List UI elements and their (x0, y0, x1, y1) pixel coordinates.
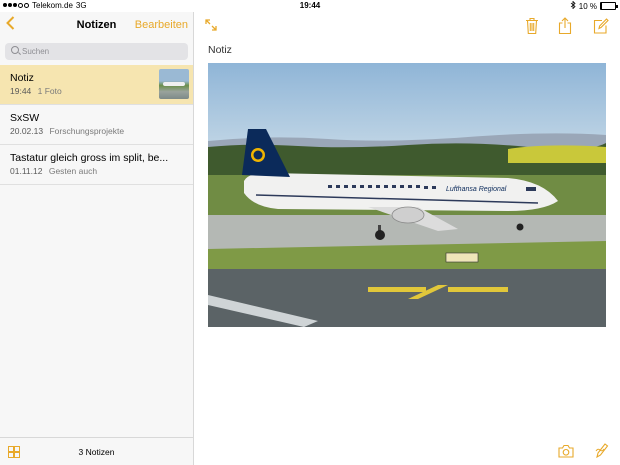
search-icon (11, 46, 19, 54)
expand-icon[interactable] (204, 18, 218, 32)
edit-button[interactable]: Bearbeiten (135, 19, 188, 31)
bluetooth-icon (570, 0, 576, 11)
list-item[interactable]: SxSW 20.02.13 Forschungsprojekte (0, 105, 193, 145)
share-icon[interactable] (558, 17, 574, 35)
battery-percent: 10 % (578, 1, 597, 11)
note-date: 20.02.13 (10, 126, 44, 136)
note-heading: Notiz (208, 44, 232, 56)
search-placeholder: Suchen (22, 47, 50, 56)
note-detail: Notiz Lufthansa Regional (194, 12, 620, 465)
note-meta: 01.11.12 Gesten auch (10, 166, 97, 176)
note-title: Tastatur gleich gross im split, be... (10, 152, 169, 164)
note-preview: Forschungsprojekte (49, 126, 125, 136)
note-count: 3 Notizen (78, 447, 115, 457)
note-title: SxSW (10, 112, 40, 124)
note-title: Notiz (10, 72, 34, 84)
note-date: 01.11.12 (10, 166, 43, 176)
compose-icon[interactable] (593, 17, 609, 35)
trash-icon[interactable] (525, 17, 541, 35)
status-right: 10 % (570, 0, 618, 11)
sidebar-nav-bar: Notizen Bearbeiten (0, 12, 193, 39)
note-thumbnail (159, 69, 189, 99)
note-meta: 20.02.13 Forschungsprojekte (10, 126, 124, 136)
note-photo[interactable]: Lufthansa Regional (208, 63, 606, 327)
clock: 19:44 (299, 1, 321, 10)
list-item[interactable]: Notiz 19:44 1 Foto (0, 65, 193, 105)
search-input[interactable]: Suchen (5, 43, 188, 60)
sidebar-bottom-bar: 3 Notizen (0, 437, 193, 465)
airline-livery-text: Lufthansa Regional (446, 186, 507, 193)
note-meta: 19:44 1 Foto (10, 86, 62, 96)
sketch-icon[interactable] (595, 442, 609, 459)
notes-sidebar: Notizen Bearbeiten Suchen Notiz 19:44 1 … (0, 12, 194, 465)
notes-list: Notiz 19:44 1 Foto SxSW 20.02.13 Forschu… (0, 65, 193, 185)
list-item[interactable]: Tastatur gleich gross im split, be... 01… (0, 145, 193, 185)
camera-icon[interactable] (558, 444, 574, 458)
note-preview: 1 Foto (37, 86, 62, 96)
battery-icon (600, 2, 618, 10)
note-date: 19:44 (10, 86, 32, 96)
note-preview: Gesten auch (48, 166, 98, 176)
status-bar: Telekom.de 3G 19:44 10 % (0, 0, 620, 12)
